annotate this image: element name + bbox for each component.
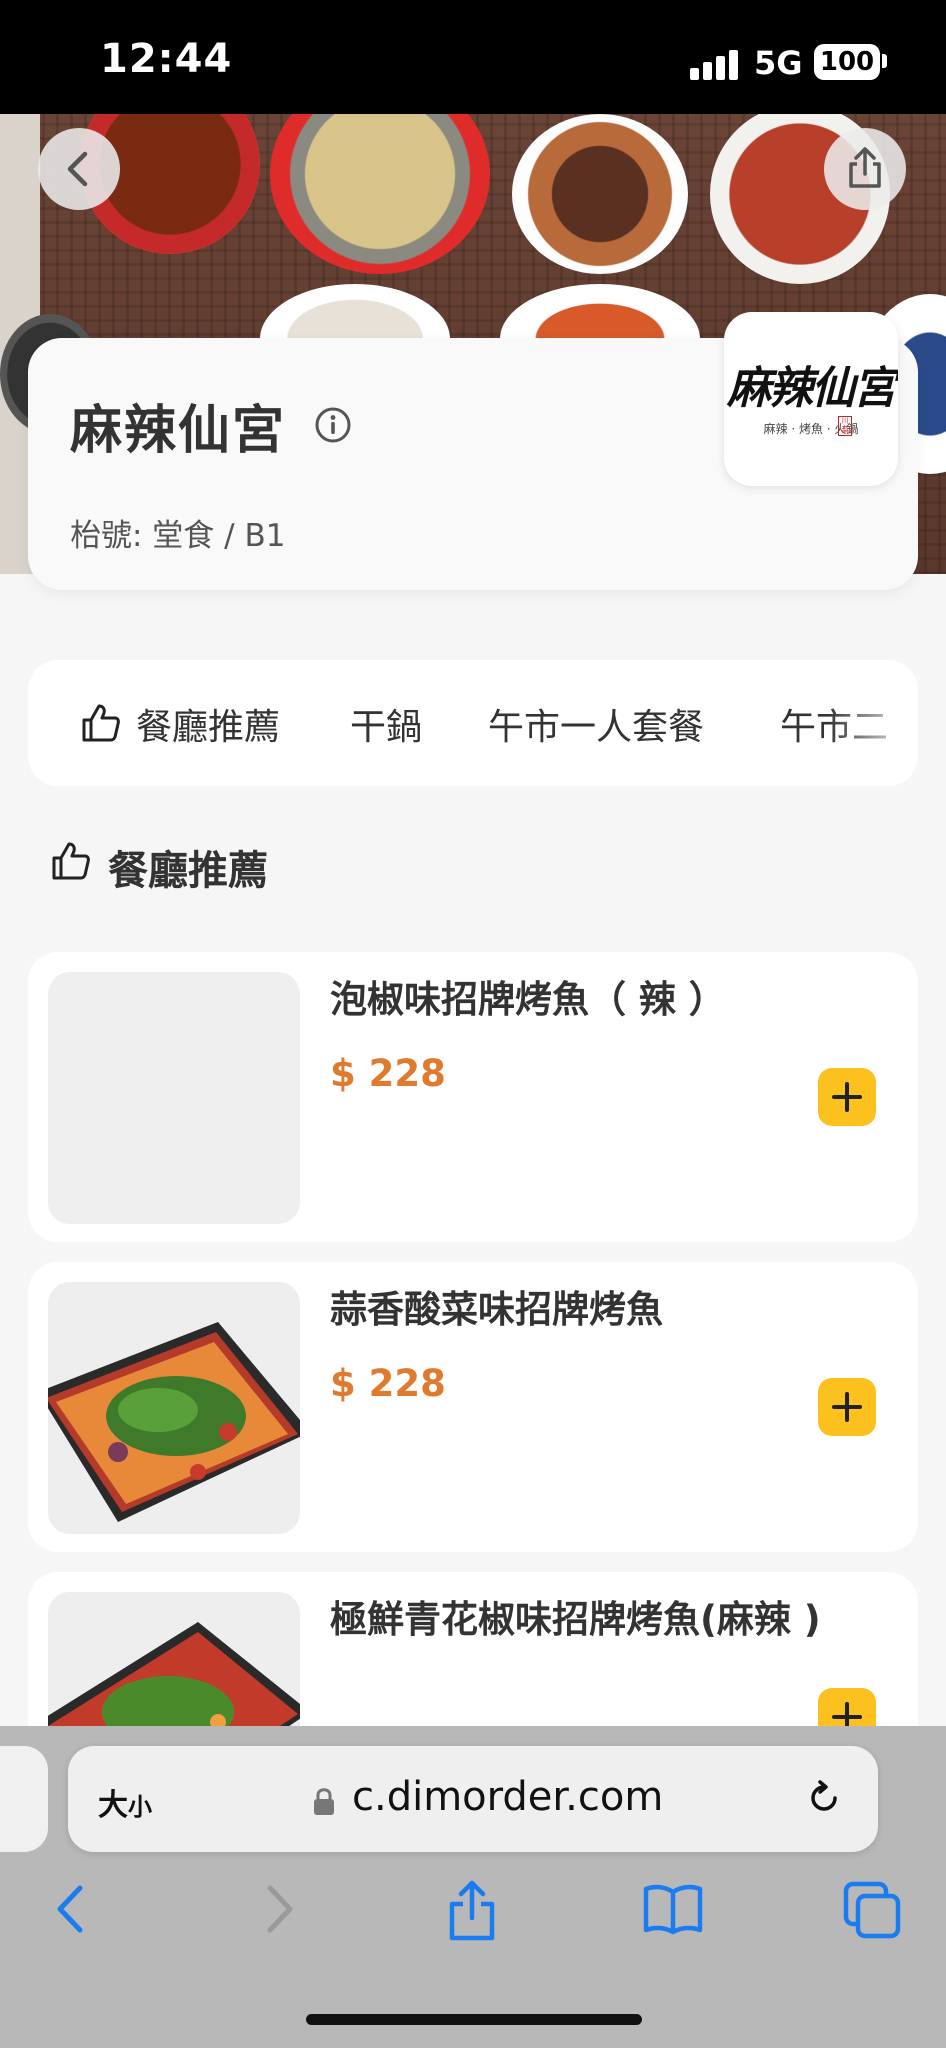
share-icon[interactable] [446,1880,498,1944]
text-size-label: 大 [98,1788,128,1823]
back-button[interactable] [38,128,120,210]
menu-item-name: 泡椒味招牌烤魚（ 辣 ） [330,978,726,1021]
grilled-fish-dish-image [48,1282,300,1534]
menu-item[interactable]: 蒜香酸菜味招牌烤魚 $ 228 [28,1262,918,1552]
category-tabs: 餐廳推薦 干鍋 午市一人套餐 午市二 [28,660,918,786]
menu-item-name: 蒜香酸菜味招牌烤魚 [330,1288,663,1331]
add-to-cart-button[interactable] [818,1068,876,1126]
home-indicator [306,2014,642,2025]
restaurant-name: 麻辣仙宮 [70,401,287,461]
bookmarks-icon[interactable] [642,1880,704,1936]
thumbs-up-icon [52,842,90,880]
back-nav-icon[interactable] [50,1880,94,1938]
url-text: c.dimorder.com [352,1774,664,1820]
tab-recommended[interactable]: 餐廳推薦 [136,698,280,750]
network-type: 5G [754,44,803,82]
reload-icon[interactable] [802,1776,846,1820]
menu-item-price: $ 228 [330,1362,446,1405]
restaurant-logo: 麻辣仙宮 麻辣 · 烤魚 · 火鍋 川菜 [724,312,898,486]
add-to-cart-button[interactable] [818,1378,876,1436]
status-bar: 12:44 5G 100 [0,0,946,114]
menu-item-image [48,1282,300,1534]
menu-item-image-placeholder [48,972,300,1224]
thumbs-up-icon [82,704,120,742]
text-size-button[interactable]: 大小 [98,1780,152,1824]
share-button[interactable] [824,128,906,210]
tabs-icon[interactable] [842,1880,902,1940]
battery-icon: 100 [814,44,880,80]
forward-nav-icon[interactable] [256,1880,300,1938]
info-icon[interactable] [314,406,352,444]
section-title: 餐廳推薦 [108,848,268,894]
logo-text: 麻辣仙宮 [727,363,897,414]
chevron-left-icon [67,151,88,187]
tab-lunch-single-set[interactable]: 午市一人套餐 [488,698,704,750]
table-number: 枱號: 堂食 / B1 [70,518,286,554]
logo-seal: 川菜 [838,416,852,436]
tabs-fade-overlay [828,660,918,786]
lock-icon [314,1788,334,1815]
status-time: 12:44 [100,36,233,82]
share-icon [849,147,881,188]
menu-item-name: 極鮮青花椒味招牌烤魚(麻辣 ) [330,1598,821,1641]
menu-item-price: $ 228 [330,1052,446,1095]
text-size-small-label: 小 [128,1793,152,1821]
battery-tip [882,54,887,68]
menu-item[interactable]: 泡椒味招牌烤魚（ 辣 ） $ 228 [28,952,918,1242]
food-bowl [270,114,490,274]
previous-tab-peek[interactable] [0,1746,48,1852]
address-bar[interactable]: 大小 c.dimorder.com [68,1746,878,1852]
food-bowl [512,114,688,274]
cellular-signal-icon [690,48,738,80]
logo-subtext: 麻辣 · 烤魚 · 火鍋 [763,422,859,436]
tab-dry-pot[interactable]: 干鍋 [350,698,422,750]
